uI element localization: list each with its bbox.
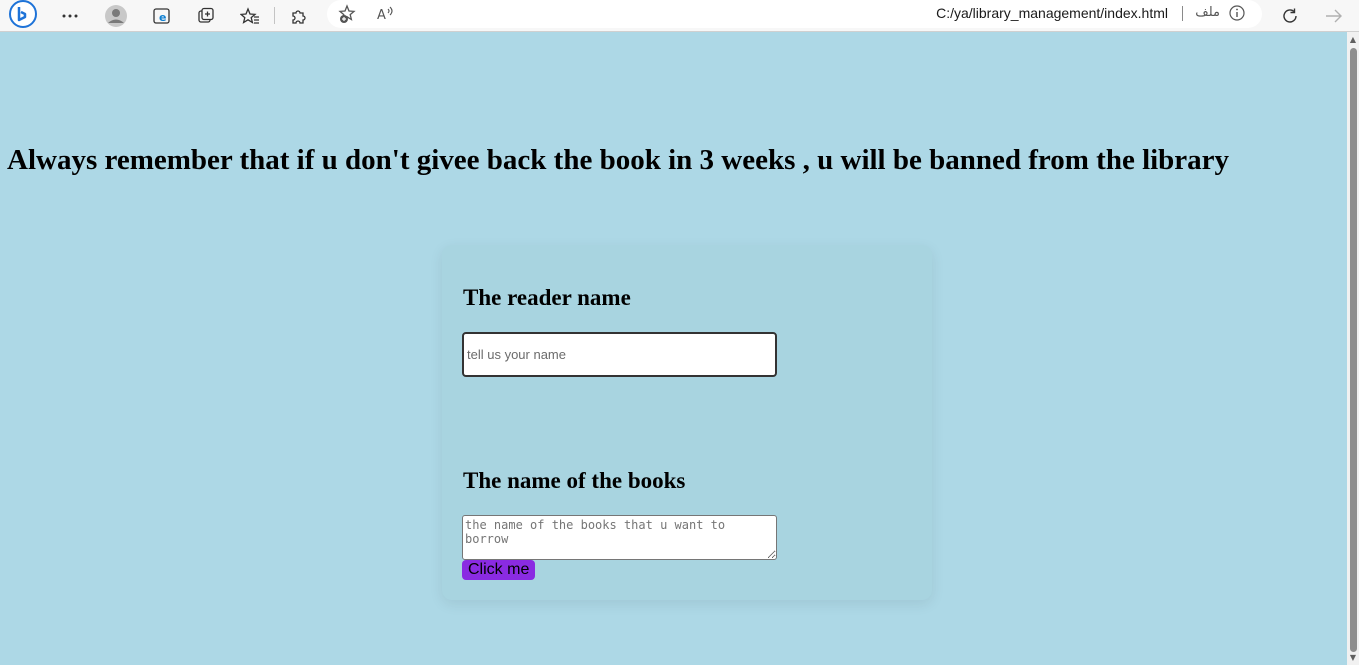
banner-marquee: Always remember that if u don't givee ba… bbox=[0, 140, 1347, 184]
more-icon[interactable] bbox=[58, 4, 82, 28]
profile-icon[interactable] bbox=[104, 4, 128, 28]
add-favorite-icon[interactable] bbox=[336, 2, 360, 26]
extensions-icon[interactable] bbox=[287, 4, 311, 28]
address-bar[interactable]: A C:/ya/library_management/index.html مل… bbox=[327, 0, 1262, 28]
scroll-down-icon[interactable]: ▼ bbox=[1348, 653, 1358, 663]
toolbar-divider bbox=[274, 7, 275, 24]
books-name-textarea[interactable] bbox=[462, 515, 777, 560]
page-scrollbar[interactable]: ▲ ▼ bbox=[1347, 32, 1359, 665]
collections-icon[interactable] bbox=[194, 4, 218, 28]
svg-text:e: e bbox=[159, 11, 166, 24]
books-name-label: The name of the books bbox=[463, 468, 686, 493]
click-me-button[interactable]: Click me bbox=[462, 560, 536, 580]
borrow-form: The reader name The name of the books Cl… bbox=[442, 245, 932, 600]
browser-toolbar: e A C:/ya/library_management/index.html … bbox=[0, 0, 1359, 32]
url-separator bbox=[1182, 6, 1183, 21]
favorites-icon[interactable] bbox=[238, 4, 262, 28]
forward-icon[interactable] bbox=[1322, 4, 1346, 28]
scroll-up-icon[interactable]: ▲ bbox=[1348, 35, 1358, 45]
url-text[interactable]: C:/ya/library_management/index.html bbox=[936, 5, 1168, 21]
banner-text: Always remember that if u don't givee ba… bbox=[7, 144, 1230, 176]
scroll-thumb[interactable] bbox=[1350, 48, 1357, 652]
edge-icon[interactable]: e bbox=[150, 4, 174, 28]
reader-name-label: The reader name bbox=[463, 285, 631, 310]
info-icon[interactable] bbox=[1229, 5, 1245, 21]
refresh-icon[interactable] bbox=[1278, 4, 1302, 28]
bing-copilot-icon[interactable] bbox=[8, 0, 38, 30]
reader-name-input[interactable] bbox=[462, 332, 777, 377]
read-aloud-icon[interactable]: A bbox=[374, 2, 398, 26]
file-label: ملف bbox=[1195, 5, 1220, 20]
svg-text:A: A bbox=[377, 8, 386, 23]
